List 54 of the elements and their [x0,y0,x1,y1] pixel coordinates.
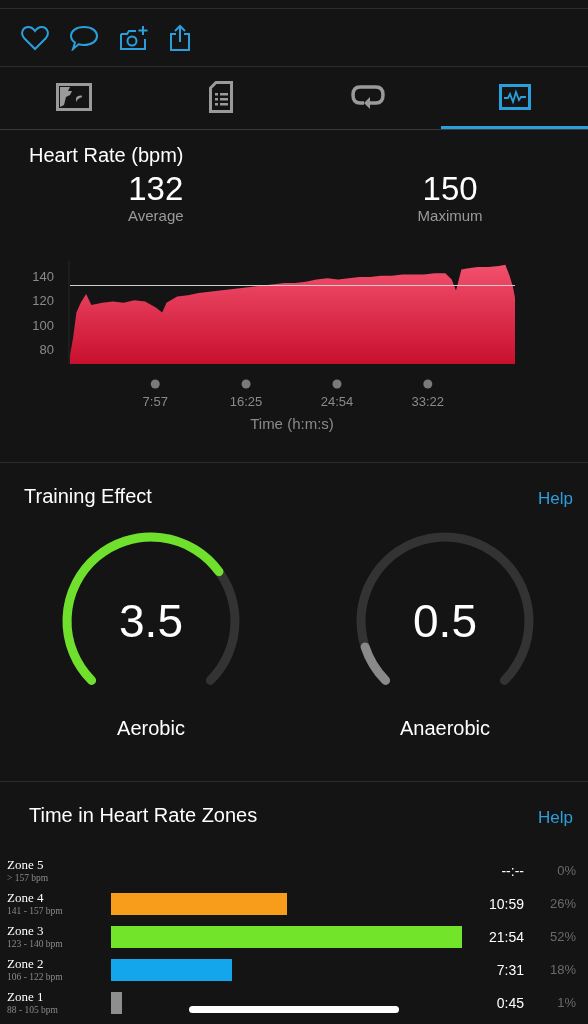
zone-range: 88 - 105 bpm [7,1004,59,1016]
gauge-label: Aerobic [117,717,185,740]
tick-dot [241,379,251,389]
tick-dot [332,379,342,389]
section-title: Heart Rate (bpm) [28,143,185,167]
zone-time: 21:54 [487,928,524,945]
zone-range: 141 - 157 bpm [7,905,64,917]
gauge-value: 3.5 [118,595,184,647]
zone-name: Zone 3 [7,923,45,938]
y-tick-label: 120 [32,293,54,309]
section-title: Time in Heart Rate Zones [29,803,258,827]
x-tick-label: 33:22 [411,394,445,409]
x-tick-label: 7:57 [142,394,168,409]
section-title: Training Effect [24,484,152,508]
y-tick-label: 140 [32,268,54,284]
zone-time: 10:59 [487,895,524,912]
zone-time: --:-- [500,862,524,879]
share-icon[interactable] [169,23,191,52]
zone-name: Zone 1 [7,989,45,1004]
zone-name: Zone 4 [7,890,45,905]
help-link[interactable]: Help [538,489,573,509]
loop-icon [350,83,385,110]
heart-rate-chart-icon [498,83,531,110]
zone-percent: 52% [548,929,576,944]
zone-percent: 1% [556,995,576,1010]
heart-icon[interactable] [21,24,49,51]
document-icon [208,80,233,113]
stat-value: 132 [128,171,184,207]
x-tick-label: 24:54 [320,394,354,409]
x-axis-label: Time (h:m:s) [250,415,334,432]
zone-percent: 0% [556,863,576,878]
y-tick-label: 80 [39,342,54,358]
map-icon [55,82,92,111]
stat-label: Maximum [417,207,483,224]
comment-icon[interactable] [69,24,99,51]
stat-value: 150 [422,171,478,207]
zone-percent: 18% [548,962,576,977]
zone-time: 0:45 [495,994,524,1011]
x-tick-label: 16:25 [229,394,263,409]
gauge-label: Anaerobic [399,717,491,740]
zone-name: Zone 2 [7,956,45,971]
gauge-value: 0.5 [412,595,478,647]
zone-range: > 157 bpm [7,872,50,884]
stat-label: Average [128,207,184,224]
help-link[interactable]: Help [538,808,573,828]
tick-dot [150,379,160,389]
y-tick-label: 100 [32,317,54,333]
zone-range: 106 - 122 bpm [7,971,64,983]
camera-add-icon[interactable] [119,24,149,51]
zone-range: 123 - 140 bpm [7,938,64,950]
tick-dot [423,379,433,389]
zone-name: Zone 5 [7,857,45,872]
zone-percent: 26% [548,896,576,911]
zone-time: 7:31 [495,961,524,978]
